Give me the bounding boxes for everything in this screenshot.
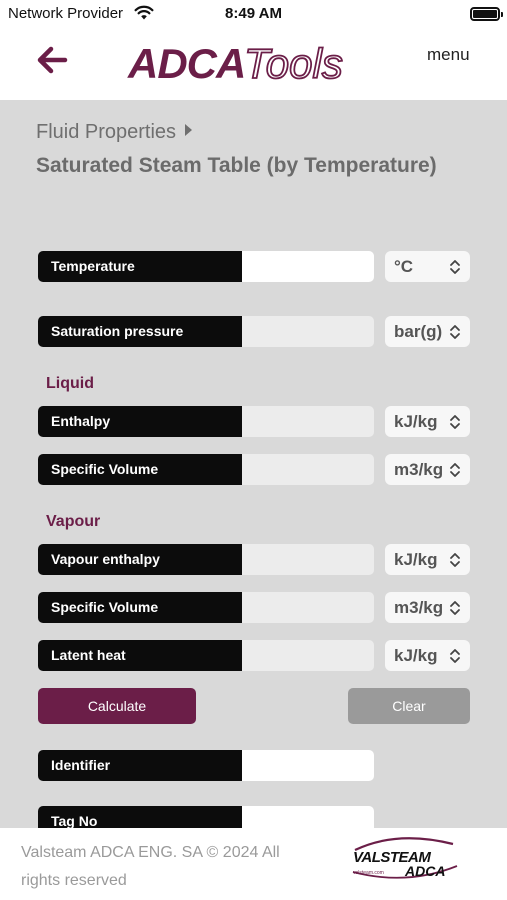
svg-text:ADCA: ADCA <box>127 40 245 87</box>
latent-heat-unit-select[interactable]: kJ/kg <box>385 640 470 671</box>
vapour-specific-volume-row: Specific Volume <box>38 592 374 623</box>
saturation-pressure-label: Saturation pressure <box>38 316 242 347</box>
chevron-up-down-icon <box>450 260 460 274</box>
chevron-up-down-icon <box>450 601 460 615</box>
calculate-button[interactable]: Calculate <box>38 688 196 724</box>
status-bar: Network Provider 8:49 AM <box>0 0 507 28</box>
tag-no-label: Tag No <box>38 806 242 828</box>
svg-text:Tools: Tools <box>244 40 343 87</box>
caret-right-icon <box>185 124 193 136</box>
back-arrow-icon[interactable] <box>34 42 70 78</box>
chevron-up-down-icon <box>450 553 460 567</box>
tag-no-row: Tag No <box>38 806 374 828</box>
liquid-enthalpy-row: Enthalpy <box>38 406 374 437</box>
saturation-pressure-output <box>242 316 374 347</box>
liquid-specific-volume-label: Specific Volume <box>38 454 242 485</box>
latent-heat-label: Latent heat <box>38 640 242 671</box>
battery-icon <box>470 7 503 21</box>
vapour-enthalpy-unit-select[interactable]: kJ/kg <box>385 544 470 575</box>
liquid-specific-volume-row: Specific Volume <box>38 454 374 485</box>
svg-text:ADCA: ADCA <box>404 863 445 879</box>
vapour-specific-volume-label: Specific Volume <box>38 592 242 623</box>
page-title: Saturated Steam Table (by Temperature) <box>36 154 437 177</box>
vapour-specific-volume-unit-select[interactable]: m3/kg <box>385 592 470 623</box>
app-header: ADCA Tools menu <box>0 28 507 100</box>
liquid-specific-volume-output <box>242 454 374 485</box>
main-content: Fluid Properties Saturated Steam Table (… <box>0 100 507 828</box>
vapour-specific-volume-unit-value: m3/kg <box>394 598 444 617</box>
liquid-section-heading: Liquid <box>46 375 94 392</box>
temperature-label: Temperature <box>38 251 242 282</box>
saturation-pressure-row: Saturation pressure <box>38 316 374 347</box>
tag-no-input[interactable] <box>242 806 374 828</box>
identifier-label: Identifier <box>38 750 242 781</box>
liquid-enthalpy-unit-select[interactable]: kJ/kg <box>385 406 470 437</box>
liquid-enthalpy-label: Enthalpy <box>38 406 242 437</box>
identifier-row: Identifier <box>38 750 374 781</box>
latent-heat-output <box>242 640 374 671</box>
footer: Valsteam ADCA ENG. SA © 2024 All rights … <box>0 828 507 900</box>
breadcrumb-label: Fluid Properties <box>36 121 177 143</box>
saturation-pressure-unit-value: bar(g) <box>394 322 443 341</box>
menu-button[interactable]: menu <box>427 45 470 65</box>
vapour-enthalpy-row: Vapour enthalpy <box>38 544 374 575</box>
liquid-specific-volume-unit-select[interactable]: m3/kg <box>385 454 470 485</box>
temperature-input[interactable] <box>242 251 374 282</box>
copyright-text: Valsteam ADCA ENG. SA © 2024 All rights … <box>21 844 280 889</box>
latent-heat-row: Latent heat <box>38 640 374 671</box>
breadcrumb[interactable]: Fluid Properties <box>36 121 193 144</box>
clock: 8:49 AM <box>225 5 282 22</box>
chevron-up-down-icon <box>450 463 460 477</box>
identifier-input[interactable] <box>242 750 374 781</box>
vapour-enthalpy-unit-value: kJ/kg <box>394 550 438 569</box>
chevron-up-down-icon <box>450 649 460 663</box>
saturation-pressure-unit-select[interactable]: bar(g) <box>385 316 470 347</box>
liquid-specific-volume-unit-value: m3/kg <box>394 460 444 479</box>
liquid-enthalpy-output <box>242 406 374 437</box>
valsteam-url: valsteam.com <box>353 870 384 876</box>
vapour-enthalpy-label: Vapour enthalpy <box>38 544 242 575</box>
temperature-unit-select[interactable]: °C <box>385 251 470 282</box>
temperature-unit-value: °C <box>394 257 414 276</box>
vapour-enthalpy-output <box>242 544 374 575</box>
vapour-section-heading: Vapour <box>46 513 101 530</box>
chevron-up-down-icon <box>450 325 460 339</box>
liquid-enthalpy-unit-value: kJ/kg <box>394 412 438 431</box>
temperature-row: Temperature <box>38 251 374 282</box>
vapour-specific-volume-output <box>242 592 374 623</box>
clear-button[interactable]: Clear <box>348 688 470 724</box>
adca-tools-logo: ADCA Tools <box>127 40 344 88</box>
chevron-up-down-icon <box>450 415 460 429</box>
latent-heat-unit-value: kJ/kg <box>394 646 438 665</box>
valsteam-adca-logo: VALSTEAM ADCA valsteam.com <box>352 837 458 879</box>
